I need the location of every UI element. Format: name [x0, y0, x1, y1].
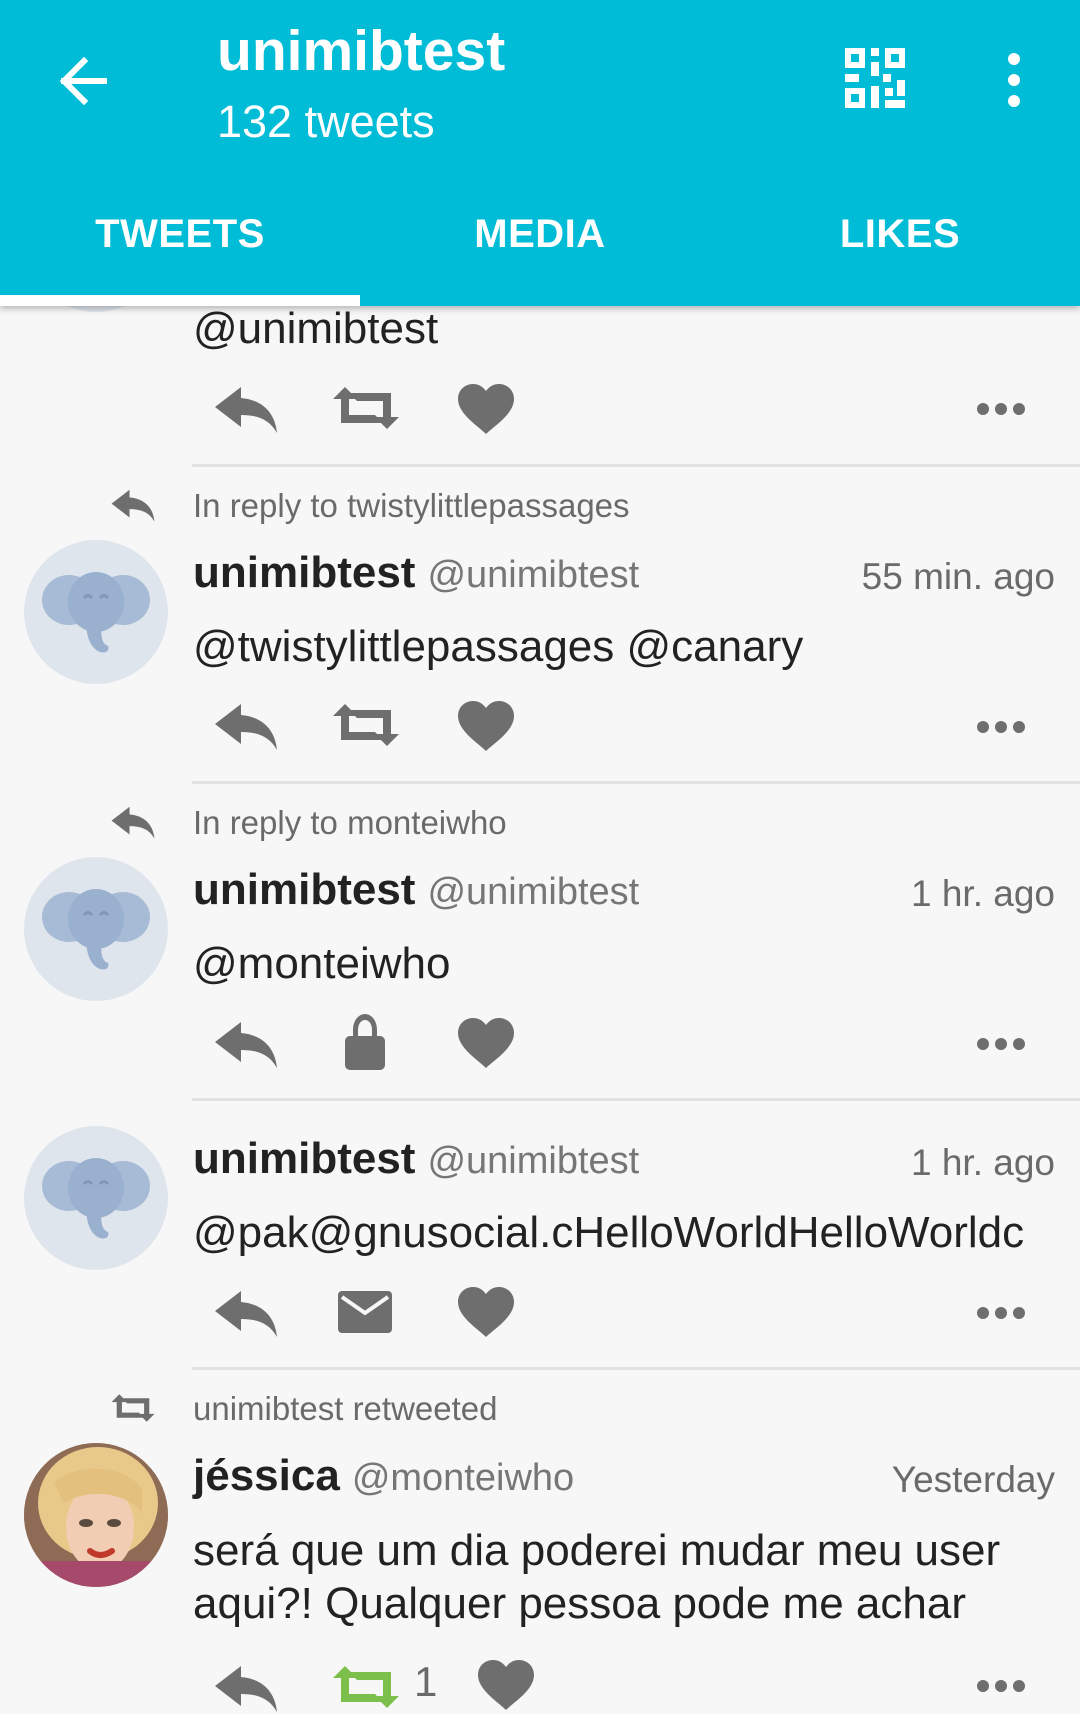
author-name: jéssica	[193, 1451, 340, 1500]
like-icon[interactable]	[458, 1287, 514, 1337]
avatar[interactable]	[24, 857, 168, 1001]
author-name: unimibtest	[193, 548, 416, 597]
retweet-icon[interactable]	[333, 1664, 399, 1710]
avatar[interactable]	[24, 540, 168, 684]
author-handle: @unimibtest	[427, 554, 640, 596]
tab-likes[interactable]: LIKES	[720, 212, 1080, 257]
tweet-time: 1 hr. ago	[910, 1142, 1055, 1183]
reply-context-text[interactable]: In reply to twistylittlepassages	[193, 487, 630, 525]
like-icon[interactable]	[458, 384, 514, 434]
elephant-avatar-icon	[42, 889, 150, 970]
reply-context-text[interactable]: In reply to monteiwho	[193, 804, 507, 842]
tab-tweets[interactable]: TWEETS	[0, 212, 360, 257]
like-icon[interactable]	[458, 701, 514, 751]
divider	[192, 464, 1080, 467]
tweet-time: 55 min. ago	[861, 556, 1055, 597]
tweet-text: @twistylittlepassages @canary	[193, 622, 804, 671]
tweet-text: será que um dia poderei mudar meu user a…	[193, 1526, 1001, 1628]
retweet-icon[interactable]	[333, 385, 399, 431]
tweet-author[interactable]: unimibtest @unimibtest	[193, 1134, 639, 1184]
like-icon[interactable]	[478, 1660, 534, 1710]
tweet-time: 1 hr. ago	[910, 873, 1055, 914]
tweet-time: Yesterday	[891, 1459, 1055, 1500]
avatar[interactable]	[24, 1126, 168, 1270]
tweet-count: 132 tweets	[217, 96, 435, 147]
app-bar: unimibtest 132 tweets TWEETS MEDIA LIKES	[0, 0, 1080, 306]
avatar[interactable]	[24, 1443, 168, 1587]
author-name: unimibtest	[193, 865, 416, 914]
qr-code-icon[interactable]	[843, 46, 907, 110]
reply-context-icon	[111, 489, 155, 522]
reply-icon[interactable]	[213, 1287, 279, 1339]
back-arrow-icon[interactable]	[50, 46, 120, 116]
more-options-icon[interactable]	[976, 1306, 1026, 1320]
more-options-icon[interactable]	[976, 402, 1026, 416]
reply-icon[interactable]	[213, 383, 279, 435]
more-options-icon[interactable]	[976, 1679, 1026, 1693]
tweet-text: @unimibtest	[193, 304, 439, 353]
tweet-author[interactable]: jéssica @monteiwho	[193, 1451, 574, 1501]
profile-title: unimibtest	[217, 19, 506, 83]
author-handle: @unimibtest	[427, 871, 640, 913]
reply-icon[interactable]	[213, 1018, 279, 1070]
more-options-icon[interactable]	[976, 720, 1026, 734]
tweet-text: @pak@gnusocial.cHelloWorldHelloWorldc	[193, 1208, 1025, 1257]
divider	[192, 1367, 1080, 1370]
tab-indicator	[0, 295, 360, 306]
elephant-avatar-icon	[42, 1158, 150, 1239]
author-handle: @unimibtest	[427, 1140, 640, 1182]
author-name: unimibtest	[193, 1134, 416, 1183]
profile-photo	[24, 1443, 168, 1587]
tweet-author[interactable]: unimibtest @unimibtest	[193, 865, 639, 915]
reply-context-icon	[111, 806, 155, 839]
like-icon[interactable]	[458, 1018, 514, 1068]
elephant-avatar-icon	[42, 572, 150, 653]
tweet-text: @monteiwho	[193, 939, 451, 988]
tweet-author[interactable]: unimibtest @unimibtest	[193, 548, 639, 598]
divider	[192, 1098, 1080, 1101]
retweet-context-text[interactable]: unimibtest retweeted	[193, 1390, 498, 1428]
mail-icon	[338, 1291, 392, 1333]
tab-media[interactable]: MEDIA	[360, 212, 720, 257]
reply-icon[interactable]	[213, 1662, 279, 1714]
retweet-icon[interactable]	[333, 702, 399, 748]
lock-icon	[345, 1014, 385, 1070]
author-handle: @monteiwho	[351, 1457, 575, 1499]
reply-icon[interactable]	[213, 700, 279, 752]
divider	[192, 781, 1080, 784]
more-options-icon[interactable]	[976, 1037, 1026, 1051]
overflow-menu-icon[interactable]	[990, 52, 1038, 108]
retweet-context-icon	[111, 1394, 155, 1422]
